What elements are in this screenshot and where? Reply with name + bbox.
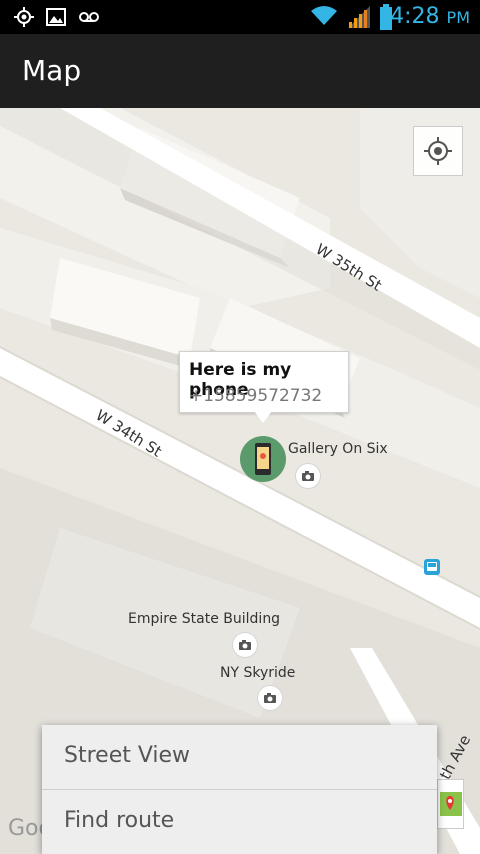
status-time-ampm: PM [446, 8, 470, 27]
my-location-button[interactable] [413, 126, 463, 176]
popup-menu: Street View Find route [42, 725, 437, 854]
gps-icon [14, 7, 34, 27]
poi-label-empire: Empire State Building [128, 611, 281, 627]
menu-item-label: Find route [64, 808, 175, 833]
crosshair-icon [424, 137, 452, 165]
info-window-phone: +15859572732 [189, 386, 323, 406]
info-window-tail [254, 411, 272, 423]
camera-icon[interactable] [296, 464, 320, 488]
status-time-value: 4:28 [390, 4, 440, 29]
wifi-icon [311, 6, 337, 25]
camera-icon[interactable] [258, 686, 282, 710]
menu-item-label: Street View [64, 743, 191, 768]
image-icon [46, 8, 66, 26]
status-bar: 4:28 PM [0, 0, 480, 34]
app-bar: Map [0, 34, 480, 108]
phone-location-marker[interactable] [240, 436, 286, 482]
poi-label-skyride: NY Skyride [220, 665, 296, 681]
signal-icon [348, 6, 370, 28]
voicemail-icon [79, 12, 99, 22]
maps-pin-icon [440, 792, 462, 816]
menu-item-find-route[interactable]: Find route [42, 790, 437, 854]
status-time: 4:28 PM [390, 4, 470, 29]
open-maps-app-button[interactable] [437, 779, 464, 829]
menu-item-street-view[interactable]: Street View [42, 725, 437, 789]
info-window[interactable]: Here is my phone +15859572732 [179, 351, 349, 413]
camera-icon[interactable] [233, 633, 257, 657]
phone-icon [255, 443, 271, 475]
poi-label-gallery: Gallery On Six [288, 441, 388, 457]
transit-icon[interactable] [424, 559, 440, 575]
page-title: Map [22, 54, 82, 87]
